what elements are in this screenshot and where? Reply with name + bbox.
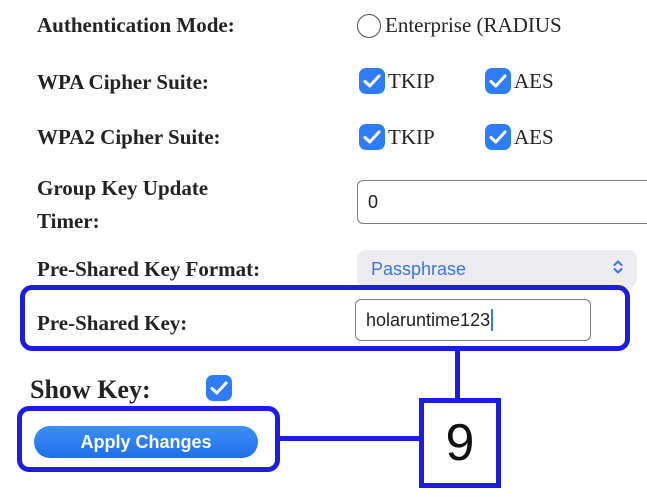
wpa-aes-label: AES	[514, 68, 554, 93]
wpa-aes-checkbox[interactable]: AES	[485, 68, 554, 94]
show-key-label: Show Key:	[30, 375, 151, 404]
radio-circle-icon[interactable]	[357, 13, 381, 38]
group-key-timer-input[interactable]: 0	[357, 180, 647, 224]
checkmark-icon[interactable]	[485, 124, 511, 150]
wpa2-tkip-label: TKIP	[388, 124, 435, 149]
radio-enterprise-radius[interactable]: Enterprise (RADIUS	[357, 13, 562, 38]
group-key-label-line2: Timer:	[37, 209, 100, 233]
checkmark-icon[interactable]	[359, 124, 385, 150]
chevron-up-down-icon	[613, 259, 623, 280]
psk-format-label: Pre-Shared Key Format:	[37, 257, 261, 281]
highlight-psk-row	[20, 285, 630, 351]
group-key-timer-value: 0	[368, 191, 379, 212]
wpa2-tkip-checkbox[interactable]: TKIP	[359, 124, 435, 150]
auth-mode-label: Authentication Mode:	[37, 13, 235, 37]
wpa2-cipher-label: WPA2 Cipher Suite:	[37, 125, 221, 149]
step-number-callout: 9	[419, 398, 501, 488]
show-key-checkbox[interactable]	[206, 375, 235, 401]
checkmark-icon[interactable]	[206, 375, 232, 401]
psk-format-select[interactable]: Passphrase	[357, 250, 637, 288]
wpa2-aes-checkbox[interactable]: AES	[485, 124, 554, 150]
group-key-label-line1: Group Key Update	[37, 176, 209, 200]
wpa2-aes-label: AES	[514, 124, 554, 149]
psk-format-value: Passphrase	[371, 258, 467, 279]
annotation-connector-vertical	[455, 351, 460, 400]
checkmark-icon[interactable]	[359, 68, 385, 94]
annotation-connector-horizontal	[280, 436, 420, 441]
highlight-apply-button	[17, 406, 280, 472]
checkmark-icon[interactable]	[485, 68, 511, 94]
radio-enterprise-label: Enterprise (RADIUS	[385, 13, 562, 37]
wpa-cipher-label: WPA Cipher Suite:	[37, 70, 209, 94]
wpa-tkip-checkbox[interactable]: TKIP	[359, 68, 435, 94]
wpa-tkip-label: TKIP	[388, 68, 435, 93]
